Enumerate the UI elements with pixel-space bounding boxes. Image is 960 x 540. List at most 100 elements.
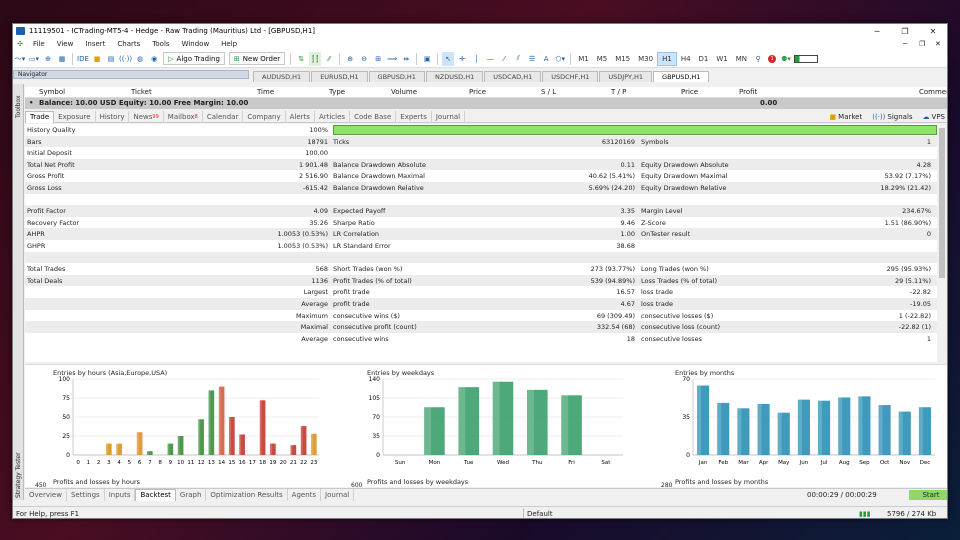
- toolbox-tab[interactable]: Alerts: [286, 110, 315, 123]
- col-price-current[interactable]: Price: [681, 88, 698, 96]
- toolbox-link-signals[interactable]: ((·)) Signals: [872, 113, 912, 121]
- new-chart-icon[interactable]: 〜▾: [14, 52, 26, 66]
- toolbox-tab[interactable]: Experts: [396, 110, 432, 123]
- timeframe-m15[interactable]: M15: [611, 52, 634, 66]
- col-profit[interactable]: Profit: [739, 88, 757, 96]
- autoscroll-icon[interactable]: ⟹: [386, 52, 398, 66]
- toolbox-tab[interactable]: Mailbox 8: [164, 110, 203, 123]
- toolbox-link-market[interactable]: ■ Market: [830, 113, 863, 121]
- mdi-close-icon[interactable]: ✕: [935, 40, 941, 48]
- timeframe-m30[interactable]: M30: [634, 52, 657, 66]
- algo-trading-button[interactable]: ▷ Algo Trading: [163, 52, 225, 65]
- strategy-tester-side-label[interactable]: Strategy Tester: [13, 324, 24, 500]
- chart-tab[interactable]: EURUSD,H1: [311, 71, 368, 82]
- profiles-icon[interactable]: ▭▾: [28, 52, 40, 66]
- data-window-icon[interactable]: ▦: [56, 52, 68, 66]
- notifications-button[interactable]: 1: [766, 52, 778, 66]
- vps-icon[interactable]: ▤: [105, 52, 117, 66]
- copy-icon[interactable]: ◉: [148, 52, 160, 66]
- toolbox-tab[interactable]: Code Base: [350, 110, 397, 123]
- timeframe-m5[interactable]: M5: [593, 52, 612, 66]
- col-ticket[interactable]: Ticket: [131, 88, 152, 96]
- account-icon[interactable]: ⚉▾: [780, 52, 792, 66]
- new-order-button[interactable]: ⊞ New Order: [228, 52, 286, 65]
- timeframe-h4[interactable]: H4: [677, 52, 695, 66]
- channel-icon[interactable]: ⫽: [512, 52, 524, 66]
- market-bag-icon[interactable]: ■: [91, 52, 103, 66]
- menu-file[interactable]: File: [27, 40, 51, 48]
- col-symbol[interactable]: Symbol: [39, 88, 65, 96]
- chart-tab[interactable]: AUDUSD,H1: [253, 71, 311, 82]
- timeframe-mn[interactable]: MN: [732, 52, 751, 66]
- menu-window[interactable]: Window: [176, 40, 216, 48]
- col-price[interactable]: Price: [469, 88, 486, 96]
- timeframe-m1[interactable]: M1: [574, 52, 593, 66]
- toolbox-tab[interactable]: Articles: [315, 110, 351, 123]
- tester-tab[interactable]: Optimization Results: [206, 488, 288, 501]
- horizontal-line-icon[interactable]: —: [484, 52, 496, 66]
- line-chart-icon[interactable]: ⁄⁄: [323, 52, 335, 66]
- search-icon[interactable]: ⚲: [752, 52, 764, 66]
- start-button[interactable]: Start: [909, 490, 947, 500]
- tester-tab[interactable]: Inputs: [105, 488, 136, 501]
- chart-tab[interactable]: NZDUSD,H1: [425, 71, 484, 82]
- screenshot-icon[interactable]: ▣: [421, 52, 433, 66]
- tester-tab[interactable]: Settings: [67, 488, 105, 501]
- shapes-icon[interactable]: ⬡▾: [554, 52, 566, 66]
- col-time[interactable]: Time: [257, 88, 274, 96]
- timeframe-h1[interactable]: H1: [657, 51, 677, 66]
- fibonacci-icon[interactable]: ☰: [526, 52, 538, 66]
- menu-charts[interactable]: Charts: [111, 40, 146, 48]
- menu-view[interactable]: View: [51, 40, 80, 48]
- menu-insert[interactable]: Insert: [79, 40, 111, 48]
- chart-shift-icon[interactable]: ⇹: [400, 52, 412, 66]
- chart-tab-active[interactable]: GBPUSD,H1: [653, 71, 710, 82]
- menu-help[interactable]: Help: [215, 40, 243, 48]
- toolbox-tab[interactable]: Journal: [432, 110, 466, 123]
- close-icon[interactable]: ✕: [919, 24, 947, 38]
- toolbox-tab[interactable]: Company: [243, 110, 286, 123]
- crosshair-icon[interactable]: ✛: [456, 52, 468, 66]
- zoom-in-icon[interactable]: ⊕: [344, 52, 356, 66]
- tester-tab[interactable]: Backtest: [135, 488, 176, 501]
- toolbox-tab[interactable]: History: [96, 110, 130, 123]
- chart-tab[interactable]: GBPUSD,H1: [368, 71, 425, 82]
- tester-tab[interactable]: Graph: [176, 488, 207, 501]
- mdi-minimize-icon[interactable]: ─: [903, 40, 907, 48]
- minimize-icon[interactable]: ─: [863, 24, 891, 38]
- timeframe-w1[interactable]: W1: [712, 52, 731, 66]
- toolbox-tab[interactable]: Calendar: [203, 110, 244, 123]
- timeframe-d1[interactable]: D1: [695, 52, 713, 66]
- grid-icon[interactable]: ⊞: [372, 52, 384, 66]
- zoom-out-icon[interactable]: ⊖: [358, 52, 370, 66]
- vertical-line-icon[interactable]: │: [470, 52, 482, 66]
- maximize-icon[interactable]: ❐: [891, 24, 919, 38]
- toolbox-side-label[interactable]: Toolbox: [13, 84, 24, 324]
- col-tp[interactable]: T / P: [611, 88, 626, 96]
- chart-tab[interactable]: USDCAD,H1: [484, 71, 542, 82]
- trendline-icon[interactable]: ⁄: [498, 52, 510, 66]
- col-type[interactable]: Type: [329, 88, 345, 96]
- globe-icon[interactable]: ◍: [134, 52, 146, 66]
- col-comment[interactable]: Comment: [919, 88, 947, 96]
- chart-tab[interactable]: USDCHF,H1: [542, 71, 599, 82]
- toolbox-link-vps[interactable]: ☁ VPS: [923, 113, 945, 121]
- status-profile[interactable]: Default: [527, 510, 553, 518]
- tester-tab[interactable]: Overview: [25, 488, 67, 501]
- col-volume[interactable]: Volume: [391, 88, 417, 96]
- chart-tab[interactable]: USDJPY,H1: [599, 71, 653, 82]
- toolbox-tab[interactable]: Exposure: [54, 110, 96, 123]
- toolbox-tab[interactable]: News 99: [129, 110, 164, 123]
- menu-tools[interactable]: Tools: [146, 40, 175, 48]
- mdi-restore-icon[interactable]: ❐: [919, 40, 925, 48]
- ide-button[interactable]: IDE: [77, 52, 89, 66]
- navigator-header[interactable]: Navigator: [13, 70, 249, 79]
- depth-icon[interactable]: ⇅: [295, 52, 307, 66]
- market-watch-icon[interactable]: ⊕: [42, 52, 54, 66]
- signals-icon[interactable]: ((·)): [119, 52, 132, 66]
- balance-row[interactable]: • Balance: 10.00 USD Equity: 10.00 Free …: [25, 98, 947, 109]
- bar-chart-icon[interactable]: ┇┇: [309, 51, 322, 66]
- report-scrollbar-thumb[interactable]: [939, 128, 945, 278]
- col-sl[interactable]: S / L: [541, 88, 556, 96]
- cursor-icon[interactable]: ↖: [442, 51, 455, 66]
